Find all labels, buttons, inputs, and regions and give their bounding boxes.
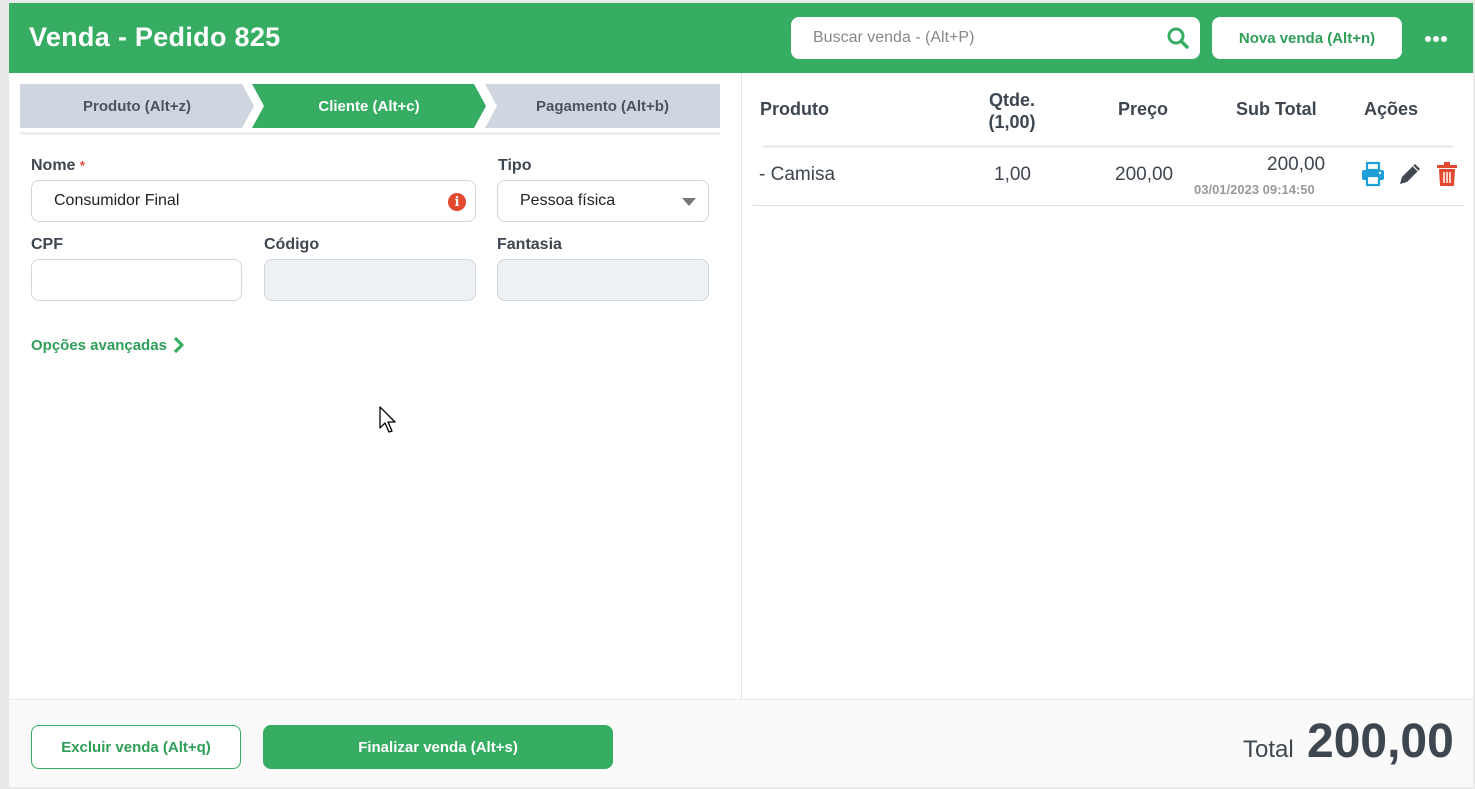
tipo-label: Tipo: [498, 157, 532, 174]
row-datetime: 03/01/2023 09:14:50: [1194, 182, 1315, 197]
trash-icon[interactable]: [1435, 161, 1459, 187]
table-header-divider: [763, 145, 1453, 148]
pencil-icon[interactable]: [1398, 161, 1422, 187]
cpf-label: CPF: [31, 236, 63, 253]
col-qtde-header-line2: (1,00): [988, 112, 1036, 132]
cursor-icon: [379, 406, 396, 433]
fantasia-input: [497, 259, 709, 301]
search-input[interactable]: [791, 17, 1151, 59]
step-pagamento-label: Pagamento (Alt+b): [536, 97, 669, 115]
tipo-select[interactable]: Pessoa física: [497, 180, 709, 222]
fantasia-label: Fantasia: [497, 236, 562, 253]
step-produto-label: Produto (Alt+z): [83, 97, 191, 115]
col-subtotal-header: Sub Total: [1236, 99, 1317, 119]
chevron-down-icon: [682, 198, 696, 206]
required-mark: *: [79, 158, 85, 173]
printer-icon[interactable]: [1361, 161, 1385, 187]
codigo-label: Código: [264, 236, 320, 253]
col-qtde-header-line1: Qtde.: [988, 90, 1035, 110]
chevron-right-icon: [173, 336, 184, 354]
advanced-options-label: Opções avançadas: [31, 336, 167, 354]
more-icon[interactable]: [1425, 27, 1455, 51]
row-preco: 200,00: [1115, 164, 1174, 185]
nome-value: Consumidor Final: [54, 192, 180, 209]
step-wizard: Produto (Alt+z) Cliente (Alt+c) Pagament…: [20, 84, 720, 128]
nome-input[interactable]: Consumidor Final i: [31, 180, 476, 222]
nome-label: Nome *: [31, 157, 85, 175]
header-bar: Venda - Pedido 825 Nova venda (Alt+n): [9, 3, 1473, 73]
sale-window: Venda - Pedido 825 Nova venda (Alt+n) Pr…: [9, 3, 1473, 787]
items-panel: Produto Qtde. (1,00) Preço Sub Total Açõ…: [743, 73, 1473, 699]
info-icon[interactable]: i: [448, 193, 466, 211]
nome-label-text: Nome: [31, 157, 76, 174]
footer-bar: Excluir venda (Alt+q) Finalizar venda (A…: [9, 699, 1473, 787]
search-icon[interactable]: [1166, 26, 1190, 50]
tipo-value: Pessoa física: [520, 192, 616, 209]
total-label: Total: [1243, 736, 1294, 763]
step-pagamento[interactable]: Pagamento (Alt+b): [485, 84, 720, 128]
table-row-divider: [753, 205, 1465, 206]
search-box: [791, 17, 1200, 59]
col-qtde-header: Qtde. (1,00): [982, 89, 1042, 133]
total-value: 200,00: [1307, 715, 1454, 768]
finish-sale-button[interactable]: Finalizar venda (Alt+s): [263, 725, 613, 769]
advanced-options-link[interactable]: Opções avançadas: [31, 336, 185, 354]
row-subtotal: 200,00: [1267, 154, 1326, 175]
col-produto-header: Produto: [760, 99, 829, 119]
step-produto[interactable]: Produto (Alt+z): [20, 84, 254, 128]
col-preco-header: Preço: [1118, 99, 1169, 119]
codigo-input: [264, 259, 476, 301]
cpf-input[interactable]: [31, 259, 242, 301]
new-sale-button[interactable]: Nova venda (Alt+n): [1212, 17, 1402, 59]
page-title: Venda - Pedido 825: [29, 22, 281, 52]
delete-sale-button[interactable]: Excluir venda (Alt+q): [31, 725, 241, 769]
col-acoes-header: Ações: [1364, 99, 1419, 119]
row-qtde: 1,00: [994, 164, 1031, 185]
row-produto: - Camisa: [759, 164, 836, 185]
step-cliente-label: Cliente (Alt+c): [318, 97, 420, 115]
customer-panel: Produto (Alt+z) Cliente (Alt+c) Pagament…: [9, 73, 742, 699]
steps-divider: [20, 132, 720, 135]
step-cliente[interactable]: Cliente (Alt+c): [252, 84, 486, 128]
